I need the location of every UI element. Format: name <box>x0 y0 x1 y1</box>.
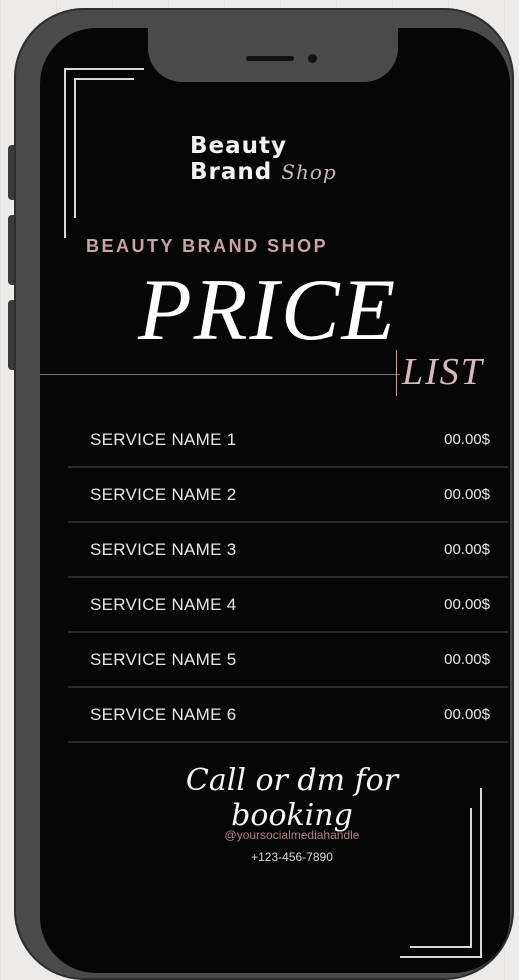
deco-line-bottom-inner <box>410 946 472 948</box>
deco-line-top-outer <box>64 68 144 70</box>
phone-number: +123-456-7890 <box>251 850 333 864</box>
service-row: SERVICE NAME 6 00.00$ <box>68 688 508 743</box>
service-list: SERVICE NAME 1 00.00$ SERVICE NAME 2 00.… <box>68 413 508 743</box>
service-price: 00.00$ <box>444 706 490 723</box>
service-row: SERVICE NAME 4 00.00$ <box>68 578 508 633</box>
service-price: 00.00$ <box>444 651 490 668</box>
phone-notch <box>148 28 398 82</box>
deco-line-left-inner <box>74 78 76 218</box>
deco-line-top-inner <box>74 78 134 80</box>
service-name: SERVICE NAME 5 <box>90 649 237 669</box>
service-price: 00.00$ <box>444 486 490 503</box>
social-handle: @yoursocialmediahandle <box>224 828 360 842</box>
camera-icon <box>308 54 317 63</box>
booking-callout: Call or dm for booking <box>185 763 399 833</box>
deco-line-left-outer <box>64 68 66 238</box>
list-subtitle: LIST <box>402 351 484 393</box>
service-name: SERVICE NAME 1 <box>90 429 237 449</box>
list-divider <box>396 350 397 396</box>
phone-frame: Beauty Brand Shop BEAUTY BRAND SHOP PRIC… <box>14 8 514 980</box>
price-title: PRICE <box>138 262 398 359</box>
deco-line-right-outer <box>480 788 482 958</box>
service-name: SERVICE NAME 3 <box>90 539 237 559</box>
brand-name: BEAUTY BRAND SHOP <box>86 236 329 256</box>
logo-line-2: Brand <box>190 159 273 185</box>
phone-screen: Beauty Brand Shop BEAUTY BRAND SHOP PRIC… <box>40 28 510 973</box>
service-row: SERVICE NAME 3 00.00$ <box>68 523 508 578</box>
service-name: SERVICE NAME 2 <box>90 484 237 504</box>
service-row: SERVICE NAME 5 00.00$ <box>68 633 508 688</box>
service-name: SERVICE NAME 6 <box>90 704 237 724</box>
deco-line-bottom-outer <box>400 956 482 958</box>
brand-logo: Beauty Brand Shop <box>190 133 390 185</box>
speaker-icon <box>246 56 294 61</box>
logo-script: Shop <box>281 160 337 184</box>
logo-line-1: Beauty <box>190 133 288 159</box>
service-price: 00.00$ <box>444 596 490 613</box>
service-name: SERVICE NAME 4 <box>90 594 237 614</box>
title-divider <box>40 374 400 375</box>
service-row: SERVICE NAME 2 00.00$ <box>68 468 508 523</box>
service-row: SERVICE NAME 1 00.00$ <box>68 413 508 468</box>
service-price: 00.00$ <box>444 541 490 558</box>
deco-line-right-inner <box>470 808 472 948</box>
service-price: 00.00$ <box>444 431 490 448</box>
